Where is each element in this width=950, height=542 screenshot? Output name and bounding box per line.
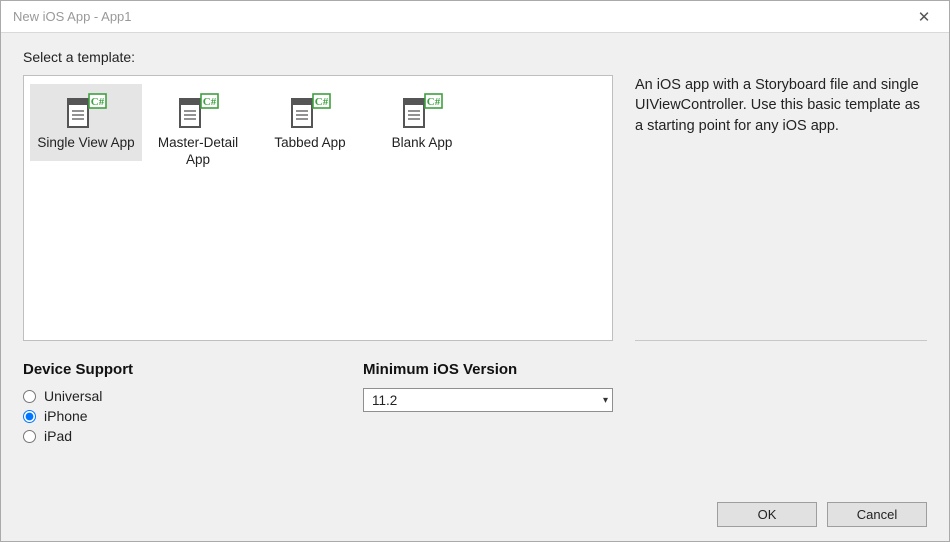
template-label: Blank App bbox=[371, 135, 473, 152]
device-option-label: iPhone bbox=[44, 408, 88, 424]
template-label: Single View App bbox=[35, 135, 137, 152]
chevron-down-icon: ▾ bbox=[603, 395, 608, 406]
device-option-ipad[interactable]: iPad bbox=[23, 428, 303, 444]
csharp-template-icon: C# bbox=[177, 93, 219, 129]
min-ios-version-select[interactable]: 11.2 ▾ bbox=[363, 388, 613, 412]
template-label: Tabbed App bbox=[259, 135, 361, 152]
description-column: An iOS app with a Storyboard file and si… bbox=[635, 75, 927, 341]
min-ios-version-header: Minimum iOS Version bbox=[363, 361, 623, 378]
close-icon: ✕ bbox=[918, 8, 931, 26]
prompt-label: Select a template: bbox=[23, 49, 927, 65]
csharp-template-icon: C# bbox=[401, 93, 443, 129]
dialog-button-row: OK Cancel bbox=[23, 494, 927, 527]
svg-text:C#: C# bbox=[315, 96, 329, 108]
radio-ipad[interactable] bbox=[23, 430, 36, 443]
device-option-label: Universal bbox=[44, 388, 102, 404]
svg-text:C#: C# bbox=[427, 96, 441, 108]
device-support-section: Device Support Universal iPhone iPad bbox=[23, 361, 303, 448]
cancel-button[interactable]: Cancel bbox=[827, 502, 927, 527]
csharp-template-icon: C# bbox=[289, 93, 331, 129]
ok-button-label: OK bbox=[758, 507, 777, 522]
middle-row: C# Single View App C# Master-Detail Ap bbox=[23, 75, 927, 341]
svg-text:C#: C# bbox=[91, 96, 105, 108]
options-row: Device Support Universal iPhone iPad Min… bbox=[23, 361, 927, 448]
device-option-iphone[interactable]: iPhone bbox=[23, 408, 303, 424]
template-item-blank[interactable]: C# Blank App bbox=[366, 84, 478, 161]
svg-text:C#: C# bbox=[203, 96, 217, 108]
device-support-header: Device Support bbox=[23, 361, 303, 378]
radio-iphone[interactable] bbox=[23, 410, 36, 423]
description-divider bbox=[635, 340, 927, 341]
titlebar: New iOS App - App1 ✕ bbox=[1, 1, 949, 33]
dialog-content: Select a template: C# Single View App bbox=[1, 33, 949, 541]
device-option-label: iPad bbox=[44, 428, 72, 444]
radio-universal[interactable] bbox=[23, 390, 36, 403]
template-label: Master-Detail App bbox=[147, 135, 249, 169]
close-button[interactable]: ✕ bbox=[909, 4, 939, 30]
select-value: 11.2 bbox=[372, 393, 397, 408]
cancel-button-label: Cancel bbox=[857, 507, 897, 522]
device-option-universal[interactable]: Universal bbox=[23, 388, 303, 404]
template-item-single-view[interactable]: C# Single View App bbox=[30, 84, 142, 161]
template-list: C# Single View App C# Master-Detail Ap bbox=[23, 75, 613, 341]
template-item-master-detail[interactable]: C# Master-Detail App bbox=[142, 84, 254, 178]
template-item-tabbed[interactable]: C# Tabbed App bbox=[254, 84, 366, 161]
ok-button[interactable]: OK bbox=[717, 502, 817, 527]
min-ios-version-section: Minimum iOS Version 11.2 ▾ bbox=[363, 361, 623, 448]
template-description: An iOS app with a Storyboard file and si… bbox=[635, 75, 927, 136]
dialog-window: New iOS App - App1 ✕ Select a template: … bbox=[0, 0, 950, 542]
csharp-template-icon: C# bbox=[65, 93, 107, 129]
window-title: New iOS App - App1 bbox=[13, 9, 132, 24]
